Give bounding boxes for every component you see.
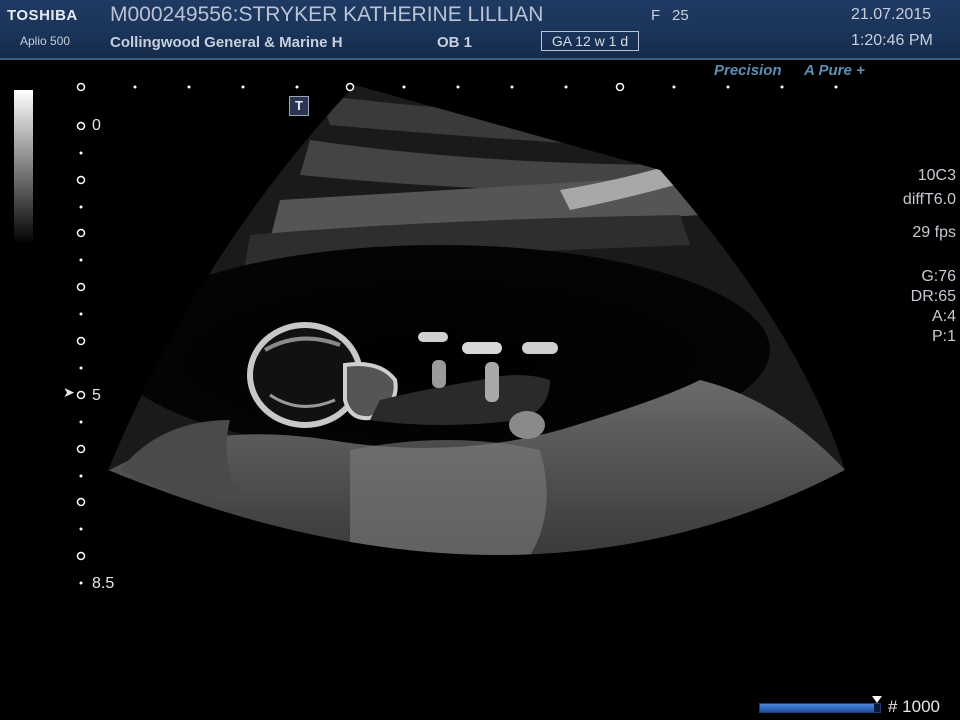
depth-label-8-5: 8.5 (92, 575, 115, 592)
cine-progress-bar[interactable] (759, 703, 881, 713)
gain-value: G:76 (921, 268, 956, 285)
frame-rate: 29 fps (912, 224, 956, 241)
cine-progress-fill (760, 704, 874, 712)
ultrasound-image (76, 82, 845, 585)
probe-name: 10C3 (917, 167, 956, 184)
cine-position-handle-icon[interactable] (872, 696, 882, 703)
grayscale-bar (14, 90, 33, 244)
dynamic-range-value: DR:65 (910, 288, 956, 305)
frame-number: # 1000 (888, 697, 940, 716)
precision-brand: Precision (714, 62, 782, 79)
focus-marker-icon[interactable]: ➤ (63, 384, 75, 401)
depth-label-5: 5 (92, 387, 101, 404)
imaging-mode: diffT6.0 (902, 191, 956, 208)
depth-scale-markers (76, 121, 86, 585)
lateral-scale-markers (76, 82, 838, 92)
a-value: A:4 (931, 308, 956, 325)
apure-brand: A Pure + (804, 62, 865, 79)
transducer-orientation-marker: T (289, 96, 309, 116)
p-value: P:1 (931, 328, 956, 345)
depth-label-0: 0 (92, 117, 101, 134)
